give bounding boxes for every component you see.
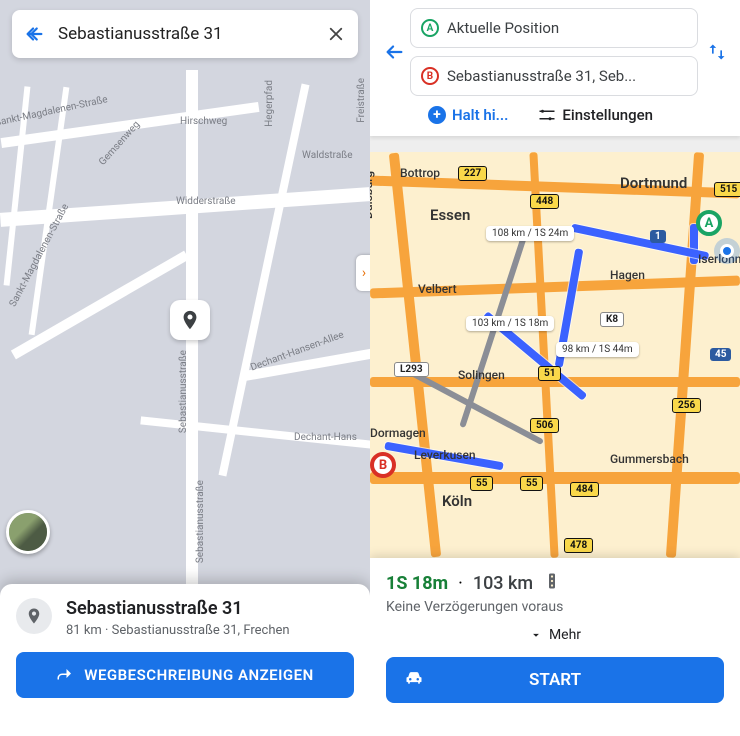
add-stop-button[interactable]: + Halt hi... bbox=[428, 106, 508, 124]
streetview-thumbnail[interactable] bbox=[6, 510, 50, 554]
route-header: A Aktuelle Position B Sebastianusstraße … bbox=[370, 0, 740, 136]
destination-field[interactable]: B Sebastianusstraße 31, Seb... bbox=[410, 56, 698, 96]
route-delay-text: Keine Verzögerungen voraus bbox=[386, 599, 724, 615]
route-settings-label: Einstellungen bbox=[562, 106, 653, 124]
pin-icon bbox=[179, 309, 201, 331]
road-shield: 227 bbox=[458, 166, 487, 181]
route-marker-b: B bbox=[370, 452, 396, 478]
city-label: Gummersbach bbox=[610, 452, 689, 466]
traffic-light-icon bbox=[543, 572, 561, 595]
left-pane: Hirschweg Hegerpfad Freistraße Waldstraß… bbox=[0, 0, 370, 736]
current-location-dot bbox=[720, 244, 734, 258]
street-label: Hirschweg bbox=[180, 116, 227, 127]
route-summary-card: 1S 18m · 103 km Keine Verzögerungen vora… bbox=[370, 558, 740, 736]
chevron-down-icon bbox=[529, 628, 543, 642]
swap-vertical-icon bbox=[707, 42, 727, 62]
street-label: Hegerpfad bbox=[264, 80, 275, 127]
road-shield: 448 bbox=[530, 194, 559, 209]
sliders-icon bbox=[538, 106, 556, 124]
start-navigation-button[interactable]: START bbox=[386, 657, 724, 703]
place-pin-dot bbox=[16, 598, 52, 634]
marker-a-icon: A bbox=[421, 19, 439, 37]
place-card: Sebastianusstraße 31 81 km · Sebastianus… bbox=[0, 584, 370, 736]
origin-text: Aktuelle Position bbox=[447, 19, 687, 37]
more-label: Mehr bbox=[549, 627, 581, 643]
road-shield: K8 bbox=[600, 312, 624, 327]
back-button[interactable] bbox=[378, 41, 410, 63]
start-button-label: START bbox=[529, 670, 581, 690]
route-time: 1S 18m bbox=[386, 573, 448, 594]
clear-search-button[interactable] bbox=[324, 22, 348, 46]
city-label: Bottrop bbox=[400, 166, 440, 180]
city-label: Duisburg bbox=[370, 171, 375, 219]
street-label: Sankt-Magdalenen-Straße bbox=[0, 94, 109, 129]
place-pin-marker[interactable] bbox=[170, 300, 210, 340]
route-badge[interactable]: 103 km / 1S 18m bbox=[466, 316, 554, 331]
route-badge[interactable]: 98 km / 1S 44m bbox=[556, 342, 639, 357]
street-label: Freistraße bbox=[356, 78, 367, 123]
street-label: Widderstraße bbox=[176, 196, 236, 207]
directions-button[interactable]: WEGBESCHREIBUNG ANZEIGEN bbox=[16, 652, 354, 698]
city-label: Köln bbox=[442, 492, 472, 510]
road-shield: 45 bbox=[710, 348, 731, 361]
destination-text: Sebastianusstraße 31, Seb... bbox=[447, 67, 687, 85]
city-label: Dormagen bbox=[370, 426, 426, 440]
road-shield: 484 bbox=[570, 482, 599, 497]
turn-right-icon bbox=[56, 666, 74, 684]
plus-circle-icon: + bbox=[428, 106, 446, 124]
origin-field[interactable]: A Aktuelle Position bbox=[410, 8, 698, 48]
search-query-text[interactable]: Sebastianusstraße 31 bbox=[58, 24, 324, 44]
separator-dot: · bbox=[458, 573, 463, 594]
street-label: Waldstraße bbox=[302, 150, 353, 161]
city-label: Hagen bbox=[610, 268, 645, 282]
marker-b-icon: B bbox=[421, 67, 439, 85]
road-shield: 55 bbox=[470, 476, 493, 491]
swap-stops-button[interactable] bbox=[702, 42, 732, 62]
road-shield: 51 bbox=[538, 366, 561, 381]
city-label: Dortmund bbox=[620, 174, 687, 192]
route-distance: 103 km bbox=[473, 573, 533, 594]
directions-button-label: WEGBESCHREIBUNG ANZEIGEN bbox=[84, 666, 313, 684]
road-shield: 256 bbox=[672, 398, 701, 413]
road-shield: 515 bbox=[714, 182, 740, 197]
route-settings-button[interactable]: Einstellungen bbox=[538, 106, 653, 124]
place-subtitle: 81 km · Sebastianusstraße 31, Frechen bbox=[66, 623, 290, 638]
road-shield: 478 bbox=[564, 538, 593, 553]
street-label: Sebastianusstraße bbox=[178, 350, 189, 433]
map-right[interactable]: Bottrop Essen Dortmund Duisburg Iserlohn… bbox=[370, 152, 740, 558]
add-stop-label: Halt hi... bbox=[452, 106, 508, 124]
close-icon bbox=[327, 25, 345, 43]
right-pane: A Aktuelle Position B Sebastianusstraße … bbox=[370, 0, 740, 736]
car-icon bbox=[404, 668, 424, 693]
city-label: Iserlohn bbox=[698, 252, 740, 266]
route-marker-a: A bbox=[696, 210, 722, 236]
city-label: Leverkusen bbox=[414, 448, 476, 462]
arrow-left-icon bbox=[23, 23, 45, 45]
road-shield: L293 bbox=[394, 362, 429, 377]
back-button[interactable] bbox=[22, 22, 46, 46]
road-shield: 55 bbox=[520, 476, 543, 491]
city-label: Velbert bbox=[418, 282, 457, 296]
city-label: Essen bbox=[430, 206, 470, 224]
route-badge[interactable]: 108 km / 1S 24m bbox=[486, 226, 574, 241]
city-label: Solingen bbox=[458, 368, 505, 382]
place-title: Sebastianusstraße 31 bbox=[66, 598, 290, 619]
more-button[interactable]: Mehr bbox=[386, 627, 724, 643]
search-bar: Sebastianusstraße 31 bbox=[12, 10, 358, 58]
pin-icon bbox=[25, 607, 43, 625]
road-shield: 1 bbox=[650, 230, 666, 243]
panel-expand-handle[interactable]: › bbox=[356, 255, 370, 291]
street-label: Dechant-Hans bbox=[294, 432, 357, 443]
street-label: Sebastianusstraße bbox=[195, 480, 206, 563]
arrow-left-icon bbox=[383, 41, 405, 63]
road-shield: 506 bbox=[530, 418, 559, 433]
